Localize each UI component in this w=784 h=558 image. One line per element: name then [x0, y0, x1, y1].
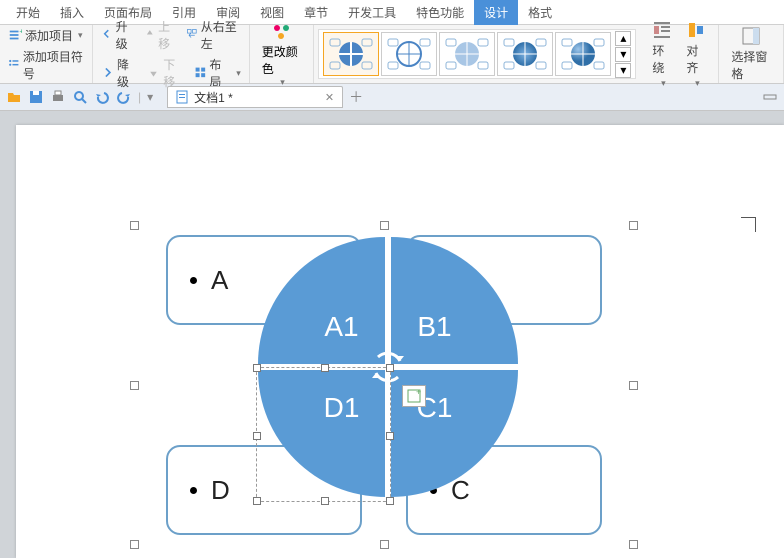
frame-handle-sw[interactable] [130, 540, 139, 549]
add-item-icon: + [8, 28, 22, 42]
document-page[interactable]: A B C D A1 B1 D1 C1 [16, 125, 784, 558]
demote-button[interactable]: 降级 [99, 55, 141, 91]
group-arrange: 环绕 对齐 [640, 25, 719, 83]
quick-access-toolbar: | ▾ 文档1 * ✕ ＋ [0, 84, 784, 111]
sel-handle[interactable] [253, 497, 261, 505]
move-up-icon [144, 28, 156, 42]
frame-handle-se[interactable] [629, 540, 638, 549]
select-pane-icon [741, 26, 761, 46]
bullet-icon [190, 487, 197, 494]
move-down-icon [147, 66, 160, 80]
sel-handle[interactable] [386, 432, 394, 440]
style-item-2[interactable] [381, 32, 437, 76]
sel-handle[interactable] [386, 497, 394, 505]
gallery-more-icon[interactable]: ▾ [615, 63, 631, 78]
style-item-5[interactable] [555, 32, 611, 76]
tab-insert[interactable]: 插入 [50, 0, 94, 25]
tab-special[interactable]: 特色功能 [406, 0, 474, 25]
redo-icon[interactable] [116, 89, 132, 105]
gallery-down-icon[interactable]: ▾ [615, 47, 631, 62]
promote-button[interactable]: 升级 [99, 17, 138, 53]
frame-handle-ne[interactable] [629, 221, 638, 230]
select-pane-button[interactable]: 选择窗格 [725, 24, 777, 84]
tab-format[interactable]: 格式 [518, 0, 562, 25]
bullet-icon [190, 277, 197, 284]
change-color-icon [271, 21, 293, 43]
smartart-frame[interactable]: A B C D A1 B1 D1 C1 [134, 225, 634, 545]
print-icon[interactable] [50, 89, 66, 105]
close-tab-icon[interactable]: ✕ [325, 91, 334, 104]
open-icon[interactable] [6, 89, 22, 105]
style-gallery: ▴ ▾ ▾ [318, 29, 636, 79]
tab-design[interactable]: 设计 [474, 0, 518, 25]
sel-handle[interactable] [386, 364, 394, 372]
tab-developer[interactable]: 开发工具 [338, 0, 406, 25]
preview-icon[interactable] [72, 89, 88, 105]
save-icon[interactable] [28, 89, 44, 105]
document-tabs: 文档1 * ✕ ＋ [167, 86, 756, 108]
wrap-icon [652, 20, 672, 40]
sel-handle[interactable] [321, 497, 329, 505]
group-add: + 添加项目 添加项目符号 [0, 25, 93, 83]
sel-handle[interactable] [253, 364, 261, 372]
undo-icon[interactable] [94, 89, 110, 105]
canvas-area: A B C D A1 B1 D1 C1 [0, 111, 784, 558]
rtl-button[interactable]: 从右至左 [184, 17, 243, 53]
sel-handle[interactable] [253, 432, 261, 440]
group-color: 更改颜色 [250, 25, 315, 83]
demote-icon [101, 66, 114, 80]
svg-text:+: + [416, 389, 421, 397]
segment-b1[interactable]: B1 [391, 237, 518, 364]
inner-selection[interactable] [256, 367, 391, 502]
margin-corner-mark [741, 217, 756, 232]
gallery-scroll: ▴ ▾ ▾ [615, 31, 631, 78]
add-bullet-icon [8, 58, 20, 72]
layout-options-button[interactable]: + [402, 385, 426, 407]
add-bullet-label: 添加项目符号 [23, 48, 84, 82]
add-bullet-button[interactable]: 添加项目符号 [6, 47, 86, 83]
style-item-1[interactable] [323, 32, 379, 76]
add-item-button[interactable]: + 添加项目 [6, 26, 86, 45]
qat-dropdown-icon[interactable]: ▾ [147, 90, 153, 104]
add-item-label: 添加项目 [25, 27, 73, 44]
align-icon [686, 20, 706, 40]
frame-handle-nw[interactable] [130, 221, 139, 230]
align-button[interactable]: 对齐 [680, 18, 712, 91]
move-up-button[interactable]: 上移 [142, 17, 181, 53]
collapse-ribbon-icon[interactable] [762, 89, 778, 105]
segment-a1[interactable]: A1 [258, 237, 385, 364]
wrap-button[interactable]: 环绕 [646, 18, 678, 91]
frame-handle-w[interactable] [130, 381, 139, 390]
frame-handle-e[interactable] [629, 381, 638, 390]
style-item-3[interactable] [439, 32, 495, 76]
frame-handle-s[interactable] [380, 540, 389, 549]
promote-icon [101, 28, 113, 42]
style-item-4[interactable] [497, 32, 553, 76]
document-tab[interactable]: 文档1 * ✕ [167, 86, 343, 108]
ribbon: + 添加项目 添加项目符号 升级 上移 从右至左 降级 下移 布局 更改颜色 [0, 25, 784, 84]
frame-handle-n[interactable] [380, 221, 389, 230]
sel-handle[interactable] [321, 364, 329, 372]
layout-icon [194, 66, 207, 80]
change-color-button[interactable]: 更改颜色 [256, 19, 308, 90]
document-tab-label: 文档1 * [194, 89, 233, 106]
doc-icon [176, 90, 188, 104]
add-tab-button[interactable]: ＋ [349, 87, 363, 107]
tab-start[interactable]: 开始 [6, 0, 50, 25]
svg-text:+: + [19, 28, 22, 35]
gallery-up-icon[interactable]: ▴ [615, 31, 631, 46]
group-level: 升级 上移 从右至左 降级 下移 布局 [93, 25, 250, 83]
rtl-icon [186, 28, 198, 42]
group-select: 选择窗格 [719, 25, 784, 83]
